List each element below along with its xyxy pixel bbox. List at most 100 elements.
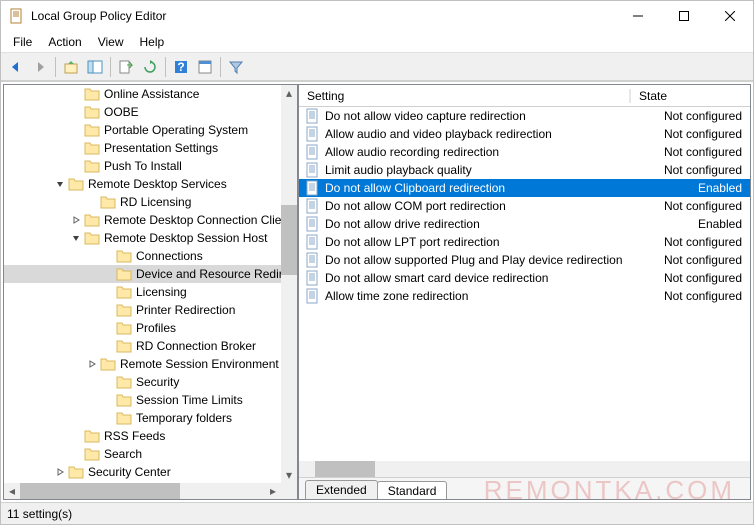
setting-state: Not configured [630, 271, 750, 285]
tree-item[interactable]: Licensing [4, 283, 281, 301]
view-tabs: Extended Standard [299, 477, 750, 499]
list-horizontal-scrollbar[interactable] [299, 461, 734, 477]
tree-item[interactable]: OOBE [4, 103, 281, 121]
tree-item[interactable]: Push To Install [4, 157, 281, 175]
list-row[interactable]: Allow audio recording redirectionNot con… [299, 143, 750, 161]
tree-item[interactable]: Remote Desktop Connection Client [4, 211, 281, 229]
list-row[interactable]: Do not allow smart card device redirecti… [299, 269, 750, 287]
tree-spacer [68, 446, 84, 462]
list-row[interactable]: Allow time zone redirectionNot configure… [299, 287, 750, 305]
tree-item[interactable]: Remote Session Environment [4, 355, 281, 373]
menu-help[interactable]: Help [132, 33, 173, 51]
tree-spacer [68, 140, 84, 156]
refresh-button[interactable] [139, 56, 161, 78]
folder-icon [116, 339, 132, 353]
content-area: Online Assistance OOBEPortable Operating … [1, 81, 753, 502]
tree-spacer [100, 266, 116, 282]
tree-label: RSS Feeds [104, 429, 165, 443]
menu-action[interactable]: Action [40, 33, 89, 51]
tree-spacer [100, 410, 116, 426]
column-setting[interactable]: Setting [299, 89, 630, 103]
setting-state: Not configured [630, 109, 750, 123]
tree-item[interactable]: RD Licensing [4, 193, 281, 211]
policy-icon [305, 234, 321, 250]
tree-label: Online Assistance [104, 87, 199, 101]
filter-button[interactable] [225, 56, 247, 78]
folder-icon [84, 447, 100, 461]
policy-icon [305, 198, 321, 214]
help-button[interactable]: ? [170, 56, 192, 78]
show-hide-tree-button[interactable] [84, 56, 106, 78]
folder-icon [84, 105, 100, 119]
tree-item[interactable]: Remote Desktop Session Host [4, 229, 281, 247]
list-row[interactable]: Limit audio playback qualityNot configur… [299, 161, 750, 179]
tree-item[interactable]: Remote Desktop Services [4, 175, 281, 193]
setting-state: Not configured [630, 253, 750, 267]
setting-state: Not configured [630, 163, 750, 177]
column-state[interactable]: State [630, 89, 750, 103]
list-row[interactable]: Do not allow video capture redirectionNo… [299, 107, 750, 125]
setting-state: Not configured [630, 235, 750, 249]
chevron-right-icon[interactable] [52, 464, 68, 480]
list-row[interactable]: Do not allow drive redirectionEnabled [299, 215, 750, 233]
chevron-down-icon[interactable] [68, 230, 84, 246]
tree-item[interactable]: Session Time Limits [4, 391, 281, 409]
list-row[interactable]: Do not allow Clipboard redirectionEnable… [299, 179, 750, 197]
tree-item[interactable]: Security Center [4, 463, 281, 481]
tree-item[interactable]: Temporary folders [4, 409, 281, 427]
tree-label: Push To Install [104, 159, 182, 173]
setting-name: Do not allow LPT port redirection [325, 235, 630, 249]
chevron-right-icon[interactable] [68, 212, 84, 228]
folder-icon [84, 213, 100, 227]
setting-name: Do not allow supported Plug and Play dev… [325, 253, 630, 267]
toolbar: ? [1, 53, 753, 81]
tree-horizontal-scrollbar[interactable]: ◂ ▸ [4, 483, 297, 499]
list-row[interactable]: Do not allow LPT port redirectionNot con… [299, 233, 750, 251]
policy-icon [305, 162, 321, 178]
tree-item[interactable]: Online Assistance [4, 85, 281, 103]
tab-standard[interactable]: Standard [377, 481, 448, 500]
tree-spacer [84, 194, 100, 210]
setting-name: Allow time zone redirection [325, 289, 630, 303]
tree-spacer [68, 122, 84, 138]
list-row[interactable]: Do not allow supported Plug and Play dev… [299, 251, 750, 269]
list-row[interactable]: Do not allow COM port redirectionNot con… [299, 197, 750, 215]
menu-view[interactable]: View [90, 33, 132, 51]
status-bar: 11 setting(s) [1, 502, 753, 524]
back-button[interactable] [5, 56, 27, 78]
tree-vertical-scrollbar[interactable]: ▴ ▾ [281, 85, 297, 483]
menu-file[interactable]: File [5, 33, 40, 51]
export-button[interactable] [115, 56, 137, 78]
setting-state: Not configured [630, 145, 750, 159]
tree-item[interactable]: Connections [4, 247, 281, 265]
chevron-down-icon[interactable] [52, 176, 68, 192]
setting-name: Allow audio and video playback redirecti… [325, 127, 630, 141]
tree-item[interactable]: RSS Feeds [4, 427, 281, 445]
tree-item[interactable]: Search [4, 445, 281, 463]
folder-icon [116, 267, 132, 281]
list-row[interactable]: Allow audio and video playback redirecti… [299, 125, 750, 143]
properties-button[interactable] [194, 56, 216, 78]
tree-item[interactable]: RD Connection Broker [4, 337, 281, 355]
chevron-right-icon[interactable] [84, 356, 100, 372]
forward-button[interactable] [29, 56, 51, 78]
tree-item[interactable]: Presentation Settings [4, 139, 281, 157]
folder-icon [68, 465, 84, 479]
tree-item[interactable]: Profiles [4, 319, 281, 337]
up-button[interactable] [60, 56, 82, 78]
tree-label: Remote Desktop Services [88, 177, 227, 191]
maximize-button[interactable] [661, 1, 707, 31]
policy-icon [305, 144, 321, 160]
tree-label: Presentation Settings [104, 141, 218, 155]
tab-extended[interactable]: Extended [305, 480, 378, 499]
minimize-button[interactable] [615, 1, 661, 31]
tree-item[interactable]: Portable Operating System [4, 121, 281, 139]
folder-icon [100, 195, 116, 209]
close-button[interactable] [707, 1, 753, 31]
tree-item[interactable]: Security [4, 373, 281, 391]
tree-item[interactable]: Printer Redirection [4, 301, 281, 319]
tree-item[interactable]: Device and Resource Redirection [4, 265, 281, 283]
folder-icon [84, 123, 100, 137]
setting-name: Allow audio recording redirection [325, 145, 630, 159]
tree-label: Remote Desktop Session Host [104, 231, 267, 245]
